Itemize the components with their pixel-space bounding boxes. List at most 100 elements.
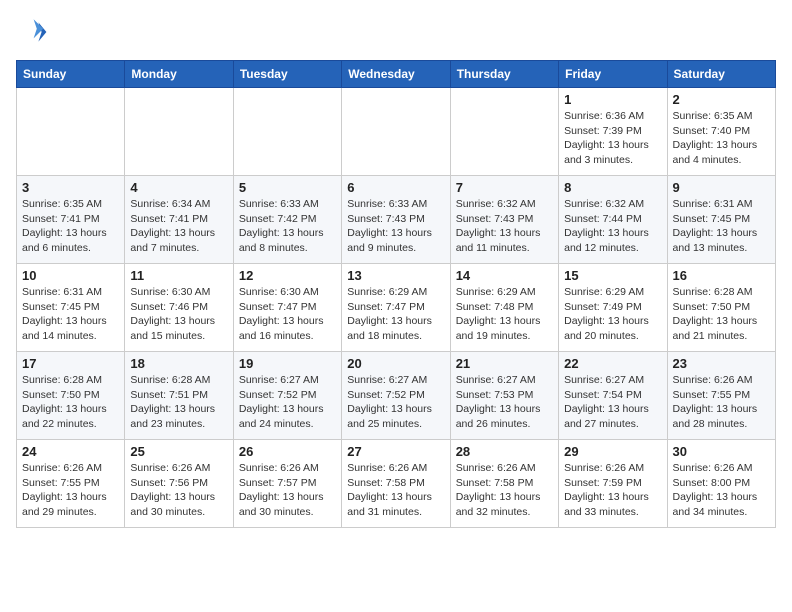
day-info: Sunrise: 6:31 AM Sunset: 7:45 PM Dayligh… <box>673 197 770 256</box>
calendar-cell: 5 Sunrise: 6:33 AM Sunset: 7:42 PM Daylig… <box>233 176 341 264</box>
day-info: Sunrise: 6:36 AM Sunset: 7:39 PM Dayligh… <box>564 109 661 168</box>
calendar-week-row: 24 Sunrise: 6:26 AM Sunset: 7:55 PM Dayli… <box>17 440 776 528</box>
weekday-header: Saturday <box>667 61 775 88</box>
calendar-week-row: 1 Sunrise: 6:36 AM Sunset: 7:39 PM Daylig… <box>17 88 776 176</box>
day-number: 19 <box>239 356 336 371</box>
calendar-cell: 4 Sunrise: 6:34 AM Sunset: 7:41 PM Daylig… <box>125 176 233 264</box>
calendar-week-row: 17Sunrise: 6:28 AM Sunset: 7:50 PM Dayli… <box>17 352 776 440</box>
weekday-header-row: SundayMondayTuesdayWednesdayThursdayFrid… <box>17 61 776 88</box>
calendar-week-row: 3Sunrise: 6:35 AM Sunset: 7:41 PM Daylig… <box>17 176 776 264</box>
day-number: 13 <box>347 268 444 283</box>
logo-icon <box>16 16 48 48</box>
calendar-cell: 11Sunrise: 6:30 AM Sunset: 7:46 PM Dayli… <box>125 264 233 352</box>
day-info: Sunrise: 6:35 AM Sunset: 7:40 PM Dayligh… <box>673 109 770 168</box>
day-number: 28 <box>456 444 553 459</box>
calendar-cell: 19Sunrise: 6:27 AM Sunset: 7:52 PM Dayli… <box>233 352 341 440</box>
day-number: 2 <box>673 92 770 107</box>
calendar-cell: 13 Sunrise: 6:29 AM Sunset: 7:47 PM Dayli… <box>342 264 450 352</box>
day-number: 25 <box>130 444 227 459</box>
day-info: Sunrise: 6:26 AM Sunset: 7:58 PM Dayligh… <box>347 461 444 520</box>
day-number: 21 <box>456 356 553 371</box>
weekday-header: Friday <box>559 61 667 88</box>
calendar-cell: 8 Sunrise: 6:32 AM Sunset: 7:44 PM Daylig… <box>559 176 667 264</box>
day-number: 7 <box>456 180 553 195</box>
day-info: Sunrise: 6:32 AM Sunset: 7:43 PM Dayligh… <box>456 197 553 256</box>
day-info: Sunrise: 6:26 AM Sunset: 8:00 PM Dayligh… <box>673 461 770 520</box>
weekday-header: Tuesday <box>233 61 341 88</box>
day-info: Sunrise: 6:28 AM Sunset: 7:51 PM Dayligh… <box>130 373 227 432</box>
day-info: Sunrise: 6:26 AM Sunset: 7:57 PM Dayligh… <box>239 461 336 520</box>
day-number: 18 <box>130 356 227 371</box>
day-info: Sunrise: 6:30 AM Sunset: 7:47 PM Dayligh… <box>239 285 336 344</box>
calendar-cell: 24 Sunrise: 6:26 AM Sunset: 7:55 PM Dayli… <box>17 440 125 528</box>
calendar-cell: 12 Sunrise: 6:30 AM Sunset: 7:47 PM Dayli… <box>233 264 341 352</box>
day-number: 23 <box>673 356 770 371</box>
day-number: 9 <box>673 180 770 195</box>
day-info: Sunrise: 6:27 AM Sunset: 7:52 PM Dayligh… <box>347 373 444 432</box>
day-number: 29 <box>564 444 661 459</box>
day-info: Sunrise: 6:31 AM Sunset: 7:45 PM Dayligh… <box>22 285 119 344</box>
calendar-cell: 27 Sunrise: 6:26 AM Sunset: 7:58 PM Dayli… <box>342 440 450 528</box>
calendar-cell: 6 Sunrise: 6:33 AM Sunset: 7:43 PM Daylig… <box>342 176 450 264</box>
day-info: Sunrise: 6:26 AM Sunset: 7:58 PM Dayligh… <box>456 461 553 520</box>
day-info: Sunrise: 6:26 AM Sunset: 7:55 PM Dayligh… <box>22 461 119 520</box>
calendar-cell: 26 Sunrise: 6:26 AM Sunset: 7:57 PM Dayli… <box>233 440 341 528</box>
calendar-cell <box>125 88 233 176</box>
day-number: 14 <box>456 268 553 283</box>
weekday-header: Sunday <box>17 61 125 88</box>
day-number: 30 <box>673 444 770 459</box>
calendar-cell: 20 Sunrise: 6:27 AM Sunset: 7:52 PM Dayli… <box>342 352 450 440</box>
day-info: Sunrise: 6:29 AM Sunset: 7:47 PM Dayligh… <box>347 285 444 344</box>
day-number: 10 <box>22 268 119 283</box>
day-number: 16 <box>673 268 770 283</box>
day-number: 27 <box>347 444 444 459</box>
calendar-cell: 28 Sunrise: 6:26 AM Sunset: 7:58 PM Dayli… <box>450 440 558 528</box>
day-number: 15 <box>564 268 661 283</box>
day-info: Sunrise: 6:33 AM Sunset: 7:42 PM Dayligh… <box>239 197 336 256</box>
day-info: Sunrise: 6:34 AM Sunset: 7:41 PM Dayligh… <box>130 197 227 256</box>
calendar-cell: 30 Sunrise: 6:26 AM Sunset: 8:00 PM Dayli… <box>667 440 775 528</box>
logo <box>16 16 52 48</box>
day-info: Sunrise: 6:32 AM Sunset: 7:44 PM Dayligh… <box>564 197 661 256</box>
calendar-cell <box>342 88 450 176</box>
calendar-cell: 18 Sunrise: 6:28 AM Sunset: 7:51 PM Dayli… <box>125 352 233 440</box>
calendar-cell: 22 Sunrise: 6:27 AM Sunset: 7:54 PM Dayli… <box>559 352 667 440</box>
calendar-cell: 16 Sunrise: 6:28 AM Sunset: 7:50 PM Dayli… <box>667 264 775 352</box>
weekday-header: Wednesday <box>342 61 450 88</box>
day-number: 6 <box>347 180 444 195</box>
day-info: Sunrise: 6:27 AM Sunset: 7:54 PM Dayligh… <box>564 373 661 432</box>
day-number: 24 <box>22 444 119 459</box>
calendar-cell: 17Sunrise: 6:28 AM Sunset: 7:50 PM Dayli… <box>17 352 125 440</box>
calendar-cell: 7 Sunrise: 6:32 AM Sunset: 7:43 PM Daylig… <box>450 176 558 264</box>
day-info: Sunrise: 6:28 AM Sunset: 7:50 PM Dayligh… <box>673 285 770 344</box>
calendar-cell: 25 Sunrise: 6:26 AM Sunset: 7:56 PM Dayli… <box>125 440 233 528</box>
calendar-cell: 29 Sunrise: 6:26 AM Sunset: 7:59 PM Dayli… <box>559 440 667 528</box>
calendar-cell: 9 Sunrise: 6:31 AM Sunset: 7:45 PM Daylig… <box>667 176 775 264</box>
day-number: 20 <box>347 356 444 371</box>
calendar-cell: 2 Sunrise: 6:35 AM Sunset: 7:40 PM Daylig… <box>667 88 775 176</box>
day-info: Sunrise: 6:27 AM Sunset: 7:53 PM Dayligh… <box>456 373 553 432</box>
calendar-cell: 15Sunrise: 6:29 AM Sunset: 7:49 PM Dayli… <box>559 264 667 352</box>
day-info: Sunrise: 6:26 AM Sunset: 7:59 PM Dayligh… <box>564 461 661 520</box>
calendar-cell: 21 Sunrise: 6:27 AM Sunset: 7:53 PM Dayli… <box>450 352 558 440</box>
day-info: Sunrise: 6:26 AM Sunset: 7:56 PM Dayligh… <box>130 461 227 520</box>
day-number: 26 <box>239 444 336 459</box>
weekday-header: Monday <box>125 61 233 88</box>
day-number: 1 <box>564 92 661 107</box>
day-number: 12 <box>239 268 336 283</box>
day-number: 5 <box>239 180 336 195</box>
calendar-cell <box>450 88 558 176</box>
day-number: 22 <box>564 356 661 371</box>
day-number: 4 <box>130 180 227 195</box>
calendar-cell: 10 Sunrise: 6:31 AM Sunset: 7:45 PM Dayli… <box>17 264 125 352</box>
calendar-cell <box>233 88 341 176</box>
day-info: Sunrise: 6:33 AM Sunset: 7:43 PM Dayligh… <box>347 197 444 256</box>
calendar-week-row: 10 Sunrise: 6:31 AM Sunset: 7:45 PM Dayli… <box>17 264 776 352</box>
calendar-cell: 1 Sunrise: 6:36 AM Sunset: 7:39 PM Daylig… <box>559 88 667 176</box>
day-number: 8 <box>564 180 661 195</box>
day-info: Sunrise: 6:28 AM Sunset: 7:50 PM Dayligh… <box>22 373 119 432</box>
day-info: Sunrise: 6:26 AM Sunset: 7:55 PM Dayligh… <box>673 373 770 432</box>
day-info: Sunrise: 6:29 AM Sunset: 7:48 PM Dayligh… <box>456 285 553 344</box>
calendar-cell: 14 Sunrise: 6:29 AM Sunset: 7:48 PM Dayli… <box>450 264 558 352</box>
weekday-header: Thursday <box>450 61 558 88</box>
